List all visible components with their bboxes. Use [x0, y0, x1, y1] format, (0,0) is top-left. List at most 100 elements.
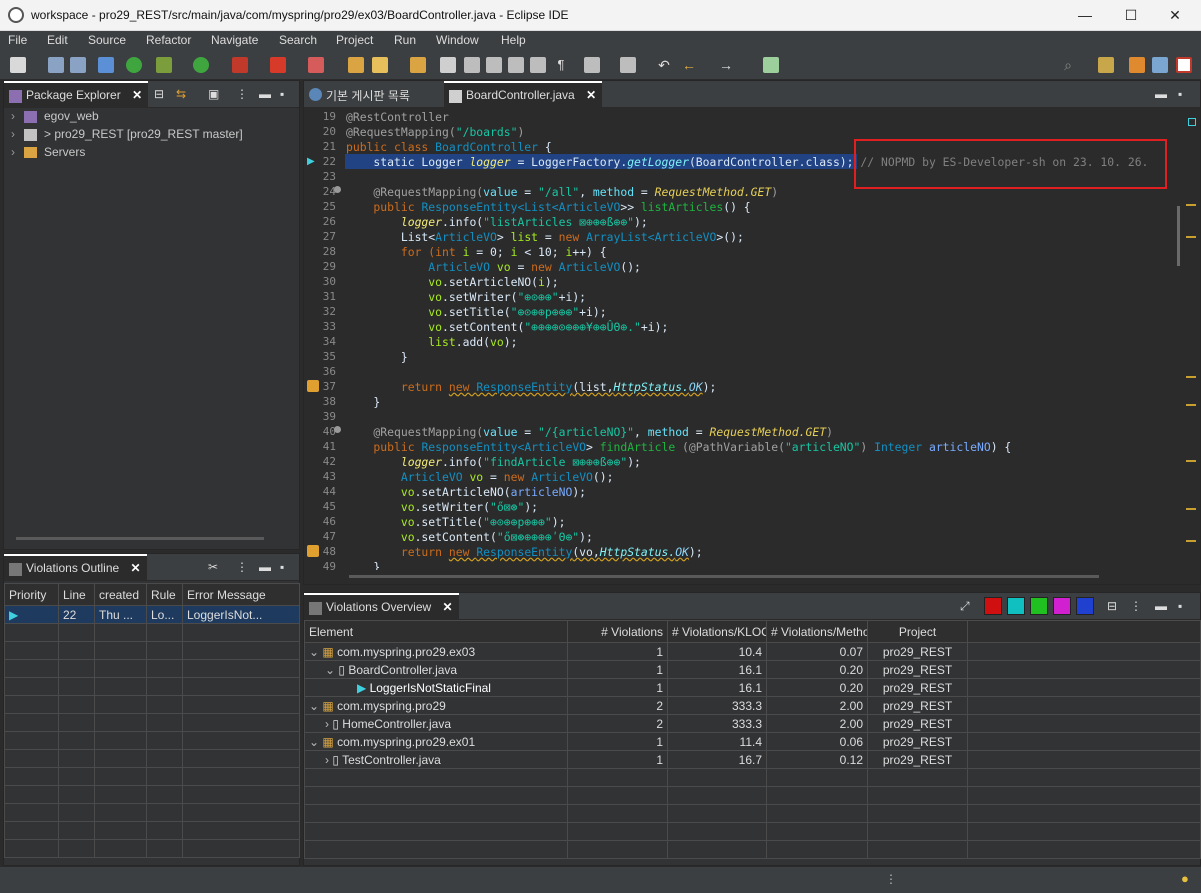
debug-perspective-icon[interactable]: [1152, 57, 1168, 73]
priority-1-filter-icon[interactable]: [984, 597, 1002, 615]
ruler-marker[interactable]: [1186, 404, 1196, 406]
pmd-icon[interactable]: [308, 57, 324, 73]
annotation-icon[interactable]: [440, 57, 456, 73]
table-row[interactable]: ⌄ ▦ com.myspring.pro29.ex01 1 11.4 0.06 …: [304, 732, 1201, 751]
open-type-icon[interactable]: [410, 57, 426, 73]
collapse-all-icon[interactable]: ⊟: [1107, 599, 1117, 613]
menu-navigate[interactable]: Navigate: [211, 32, 258, 47]
menu-edit[interactable]: Edit: [47, 32, 68, 47]
server-start-icon[interactable]: [126, 57, 142, 73]
save-all-icon[interactable]: [70, 57, 86, 73]
col-violations-kloc[interactable]: # Violations/KLOC: [667, 620, 767, 643]
collapse-icon[interactable]: ⌄: [325, 663, 335, 677]
tab-violations-outline[interactable]: Violations Outline ✕: [4, 554, 147, 581]
new-window-icon[interactable]: [763, 57, 779, 73]
ruler-marker[interactable]: [1186, 540, 1196, 542]
open-folder-icon[interactable]: [348, 57, 364, 73]
menu-window[interactable]: Window: [436, 32, 479, 47]
search-icon[interactable]: ⌕: [1060, 57, 1076, 73]
maximize-view-icon[interactable]: ▪: [1178, 599, 1182, 613]
minimize-view-icon[interactable]: ▬: [259, 560, 271, 574]
expand-icon[interactable]: ⤢: [960, 599, 970, 614]
col-created[interactable]: created: [94, 583, 147, 606]
minimize-view-icon[interactable]: ▬: [1155, 599, 1167, 613]
link-icon[interactable]: [486, 57, 502, 73]
view-menu-icon[interactable]: ⋮: [1130, 599, 1142, 613]
expand-icon[interactable]: ›: [11, 127, 15, 141]
col-violations-method[interactable]: # Violations/Method: [766, 620, 868, 643]
ruler-marker[interactable]: [1186, 460, 1196, 462]
new-icon[interactable]: [10, 57, 26, 73]
horizontal-scrollbar[interactable]: [16, 537, 264, 540]
view-menu-icon[interactable]: ⋮: [236, 560, 248, 574]
menu-search[interactable]: Search: [279, 32, 317, 47]
minimize-button[interactable]: —: [1065, 4, 1105, 26]
table-row[interactable]: ⌄ ▯ BoardController.java 1 16.1 0.20 pro…: [304, 660, 1201, 679]
prev-annotation-icon[interactable]: [620, 57, 636, 73]
warning-marker-icon[interactable]: [307, 380, 319, 392]
table-row[interactable]: ⌄ ▦ com.myspring.pro29 2 333.3 2.00 pro2…: [304, 696, 1201, 715]
tool-icon[interactable]: [464, 57, 480, 73]
col-error-message[interactable]: Error Message: [182, 583, 300, 606]
block-icon[interactable]: [508, 57, 524, 73]
warning-marker-icon[interactable]: [307, 545, 319, 557]
collapse-icon[interactable]: ⌄: [309, 645, 319, 659]
fold-icon[interactable]: [334, 426, 341, 433]
ruler-marker[interactable]: [1188, 118, 1196, 126]
ruler-marker[interactable]: [1186, 376, 1196, 378]
remove-violation-icon[interactable]: ✂: [208, 560, 218, 574]
view-menu-icon[interactable]: ⋮: [236, 87, 248, 101]
filter-icon[interactable]: ▣: [208, 87, 219, 101]
close-tab-icon[interactable]: ✕: [131, 561, 141, 575]
menu-source[interactable]: Source: [88, 32, 126, 47]
overview-ruler[interactable]: [1184, 108, 1200, 568]
table-row[interactable]: › ▯ TestController.java 1 16.7 0.12 pro2…: [304, 750, 1201, 769]
tab-board-controller[interactable]: BoardController.java ✕: [444, 81, 603, 108]
collapse-all-icon[interactable]: ⊟: [154, 87, 164, 101]
tab-violations-overview[interactable]: Violations Overview ✕: [304, 593, 459, 620]
horizontal-scrollbar[interactable]: [349, 575, 1099, 578]
violation-marker-icon[interactable]: ▶: [307, 156, 315, 167]
minimize-view-icon[interactable]: ▬: [259, 87, 271, 101]
expand-icon[interactable]: ›: [325, 753, 329, 767]
collapse-icon[interactable]: ⌄: [309, 699, 319, 713]
external-tools-icon[interactable]: [232, 57, 248, 73]
java-ee-perspective-icon[interactable]: [1129, 57, 1145, 73]
vertical-scrollbar[interactable]: [1177, 206, 1180, 266]
expand-icon[interactable]: ›: [11, 109, 15, 123]
expand-icon[interactable]: ›: [325, 717, 329, 731]
ruler-marker[interactable]: [1186, 204, 1196, 206]
col-line[interactable]: Line: [58, 583, 95, 606]
pilcrow-icon[interactable]: ¶: [553, 57, 569, 73]
expand-icon[interactable]: ›: [11, 145, 15, 159]
menu-project[interactable]: Project: [336, 32, 373, 47]
table-row[interactable]: ▶ LoggerIsNotStaticFinal 1 16.1 0.20 pro…: [304, 678, 1201, 697]
table-row[interactable]: ⌄ ▦ com.myspring.pro29.ex03 1 10.4 0.07 …: [304, 642, 1201, 661]
maximize-button[interactable]: ☐: [1111, 4, 1151, 26]
priority-2-filter-icon[interactable]: [1007, 597, 1025, 615]
debug-icon[interactable]: [156, 57, 172, 73]
priority-3-filter-icon[interactable]: [1030, 597, 1048, 615]
col-violations[interactable]: # Violations: [567, 620, 668, 643]
close-tab-icon[interactable]: ✕: [586, 88, 596, 102]
ruler-marker[interactable]: [1186, 236, 1196, 238]
open-perspective-icon[interactable]: [1098, 57, 1114, 73]
priority-5-filter-icon[interactable]: [1076, 597, 1094, 615]
forward-arrow-icon[interactable]: →: [718, 57, 734, 73]
link-with-editor-icon[interactable]: ⇆: [176, 87, 186, 101]
ruler-marker[interactable]: [1186, 508, 1196, 510]
stop-icon[interactable]: [270, 57, 286, 73]
menu-refactor[interactable]: Refactor: [146, 32, 191, 47]
close-tab-icon[interactable]: ✕: [443, 600, 453, 614]
maximize-view-icon[interactable]: ▪: [1178, 87, 1182, 101]
table-row[interactable]: ▶ 22 Thu ... Lo... LoggerIsNot...: [4, 605, 300, 624]
tab-package-explorer[interactable]: Package Explorer ✕: [4, 81, 149, 108]
back-arrow-icon[interactable]: ←: [681, 57, 697, 73]
next-annotation-icon[interactable]: [584, 57, 600, 73]
fold-icon[interactable]: [334, 186, 341, 193]
lightbulb-icon[interactable]: ●: [1181, 871, 1189, 886]
menu-help[interactable]: Help: [501, 32, 526, 47]
priority-4-filter-icon[interactable]: [1053, 597, 1071, 615]
terminal-icon[interactable]: [98, 57, 114, 73]
col-priority[interactable]: Priority: [4, 583, 59, 606]
